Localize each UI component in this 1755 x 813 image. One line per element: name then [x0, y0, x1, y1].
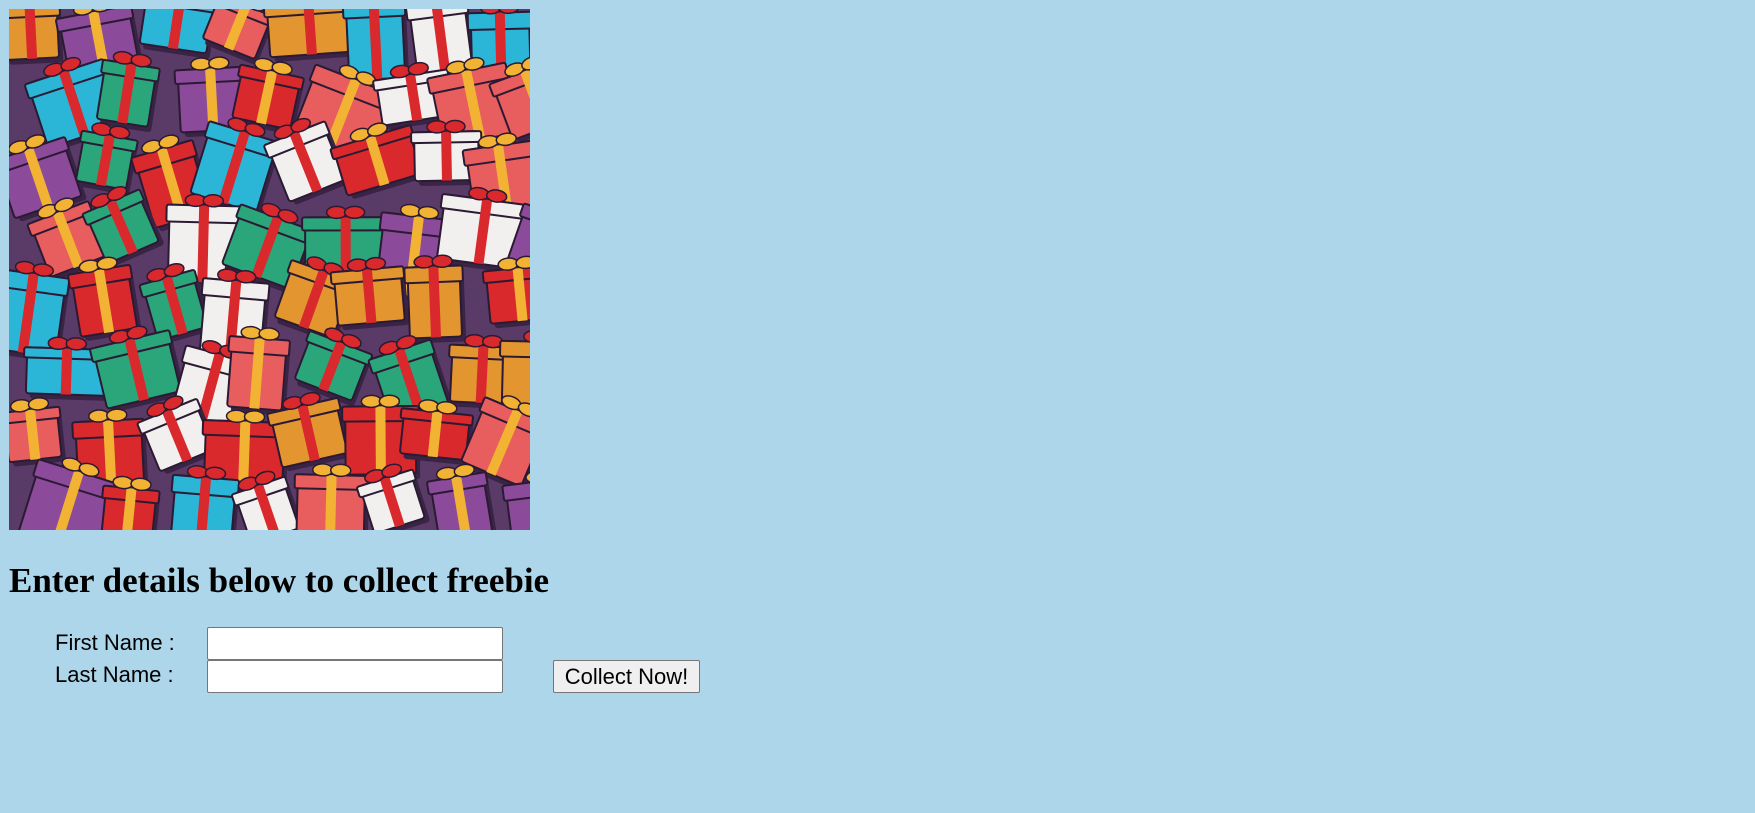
- gift-box-shape: [9, 9, 64, 65]
- gift-boxes-image: [9, 9, 530, 530]
- gift-pattern-illustration: [9, 9, 530, 530]
- collect-now-button[interactable]: Collect Now!: [553, 660, 700, 693]
- first-name-input[interactable]: [207, 627, 503, 660]
- gift-box-shape: [294, 327, 374, 407]
- gift-box-shape: [403, 254, 467, 344]
- first-name-label: First Name :: [55, 630, 175, 655]
- gift-box-shape: [75, 122, 139, 196]
- gift-box-shape: [96, 50, 161, 133]
- last-name-label: Last Name :: [55, 662, 174, 687]
- gift-box-shape: [226, 325, 291, 416]
- gift-box-shape: [9, 397, 66, 467]
- page-heading: Enter details below to collect freebie: [9, 561, 550, 600]
- last-name-input[interactable]: [207, 660, 503, 693]
